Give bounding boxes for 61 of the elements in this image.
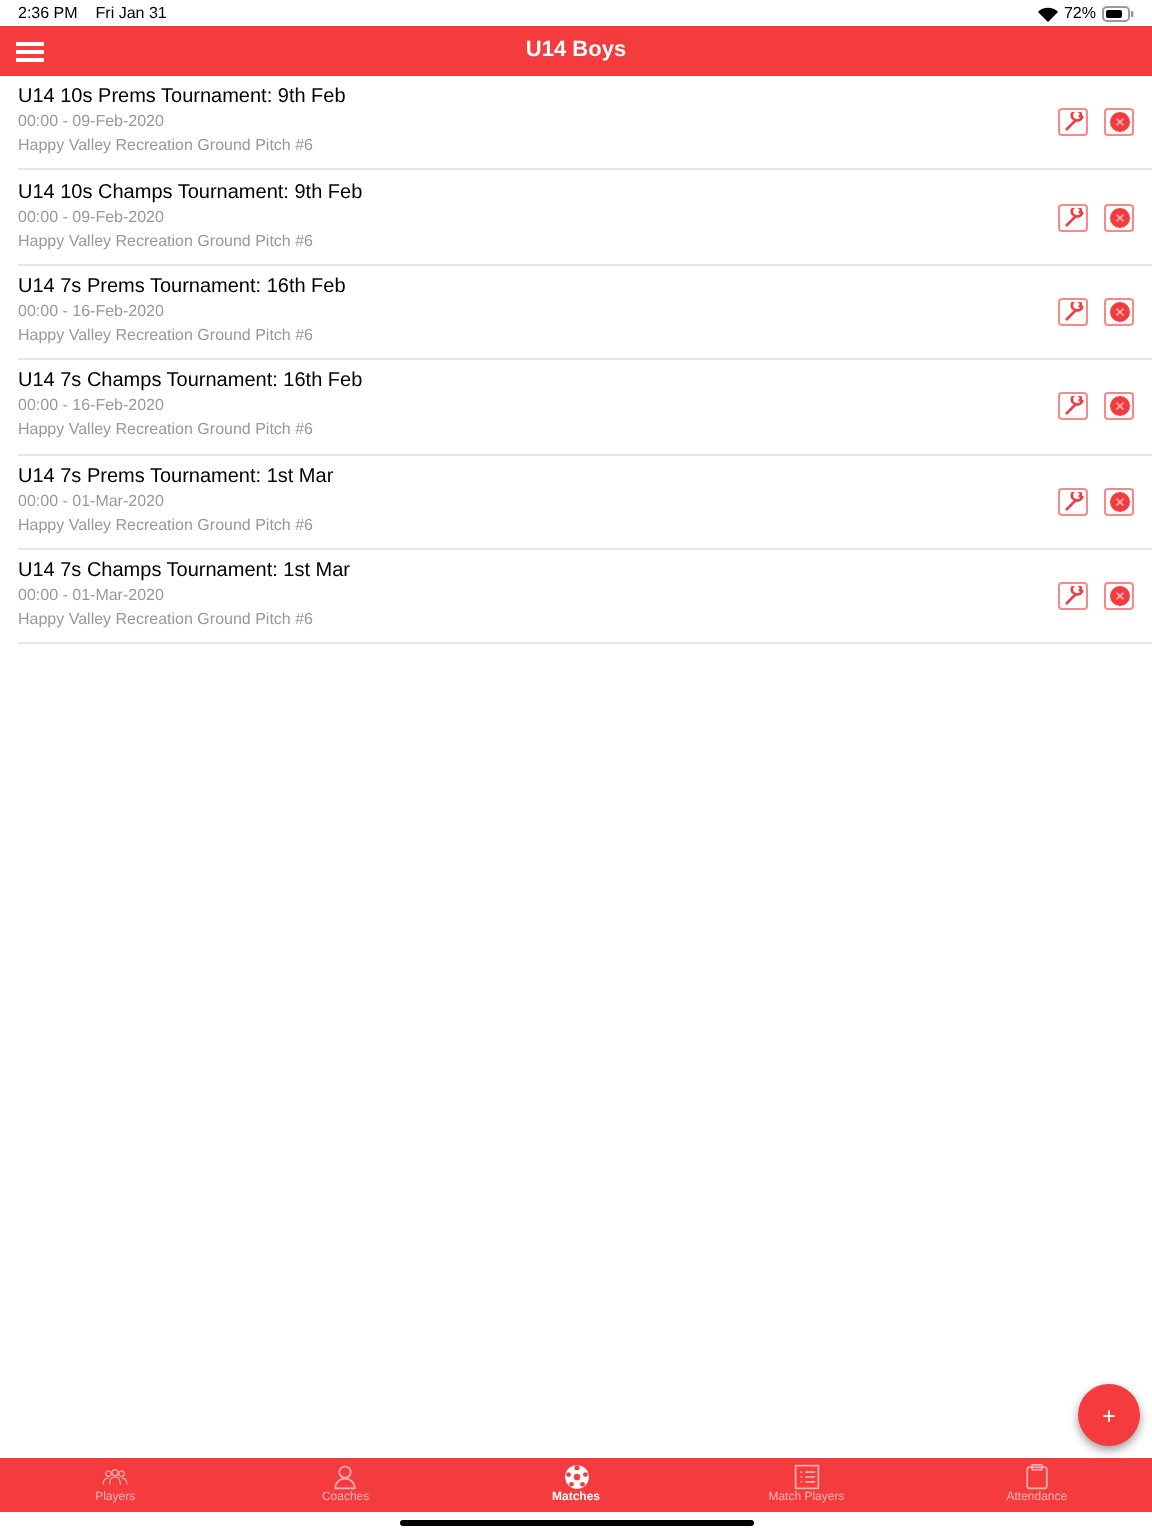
match-row[interactable]: U14 7s Champs Tournament: 16th Feb 00:00 - 16-Feb-2020 Happy Valley Recreation Ground Pitch #6 [18,360,1152,456]
match-title: U14 10s Champs Tournament: 9th Feb [18,181,363,206]
delete-button[interactable] [1104,487,1134,516]
match-row[interactable]: U14 10s Prems Tournament: 9th Feb 00:00 - 09-Feb-2020 Happy Valley Recreation Ground Pitch #6 [18,76,1152,171]
close-icon [1109,207,1129,228]
delete-button[interactable] [1104,203,1134,232]
match-title: U14 7s Champs Tournament: 16th Feb [18,370,363,395]
delete-button[interactable] [1104,582,1134,611]
clipboard-icon [1023,1463,1050,1489]
wifi-icon [1037,5,1058,21]
soccer-ball-icon [563,1463,589,1489]
list-icon [793,1463,820,1489]
match-venue: Happy Valley Recreation Ground Pitch #6 [18,229,315,254]
add-button[interactable]: + [1078,1384,1140,1446]
wrench-icon [1063,112,1083,133]
match-title: U14 7s Champs Tournament: 1st Mar [18,560,351,585]
match-time: 00:00 - 01-Mar-2020 [18,584,166,609]
people-icon [102,1463,129,1489]
edit-button[interactable] [1058,203,1088,232]
edit-button[interactable] [1058,582,1088,611]
wrench-icon [1063,207,1083,228]
delete-button[interactable] [1104,392,1134,421]
wrench-icon [1063,396,1083,417]
close-icon [1109,301,1129,322]
wrench-icon [1063,301,1083,322]
edit-button[interactable] [1058,487,1088,516]
close-icon [1109,586,1129,607]
edit-button[interactable] [1058,392,1088,421]
match-venue: Happy Valley Recreation Ground Pitch #6 [18,134,315,159]
delete-button[interactable] [1104,108,1134,137]
close-icon [1109,396,1129,417]
match-row[interactable]: U14 7s Prems Tournament: 1st Mar 00:00 - 01-Mar-2020 Happy Valley Recreation Ground Pitch #6 [18,455,1152,550]
match-time: 00:00 - 01-Mar-2020 [18,489,166,514]
edit-button[interactable] [1058,108,1088,137]
battery-icon [1102,5,1134,21]
match-title: U14 7s Prems Tournament: 16th Feb [18,275,346,300]
menu-button[interactable] [16,41,44,61]
match-venue: Happy Valley Recreation Ground Pitch #6 [18,323,315,348]
match-time: 00:00 - 09-Feb-2020 [18,205,166,230]
delete-button[interactable] [1104,297,1134,326]
match-row[interactable]: U14 7s Prems Tournament: 16th Feb 00:00 - 16-Feb-2020 Happy Valley Recreation Ground Pitch #6 [18,265,1152,361]
header-title: U14 Boys [525,36,627,67]
match-time: 00:00 - 16-Feb-2020 [18,394,166,419]
wrench-icon [1063,586,1083,607]
edit-button[interactable] [1058,297,1088,326]
close-icon [1109,112,1129,133]
match-venue: Happy Valley Recreation Ground Pitch #6 [18,418,315,443]
match-row[interactable]: U14 7s Champs Tournament: 1st Mar 00:00 - 01-Mar-2020 Happy Valley Recreation Ground Pitch #6 [18,549,1152,645]
battery-percent: 72% [1063,1,1096,25]
wrench-icon [1063,491,1083,512]
person-icon [332,1463,359,1489]
match-title: U14 7s Prems Tournament: 1st Mar [18,465,334,490]
status-date: Fri Jan 31 [95,1,167,25]
match-time: 00:00 - 16-Feb-2020 [18,299,166,324]
status-time: 2:36 PM [18,1,78,25]
match-row[interactable]: U14 10s Champs Tournament: 9th Feb 00:00 - 09-Feb-2020 Happy Valley Recreation Ground Pitch #6 [18,170,1152,266]
close-icon [1109,491,1129,512]
match-title: U14 10s Prems Tournament: 9th Feb [18,86,346,111]
match-venue: Happy Valley Recreation Ground Pitch #6 [18,608,315,633]
match-time: 00:00 - 09-Feb-2020 [18,110,166,135]
match-venue: Happy Valley Recreation Ground Pitch #6 [18,513,315,538]
